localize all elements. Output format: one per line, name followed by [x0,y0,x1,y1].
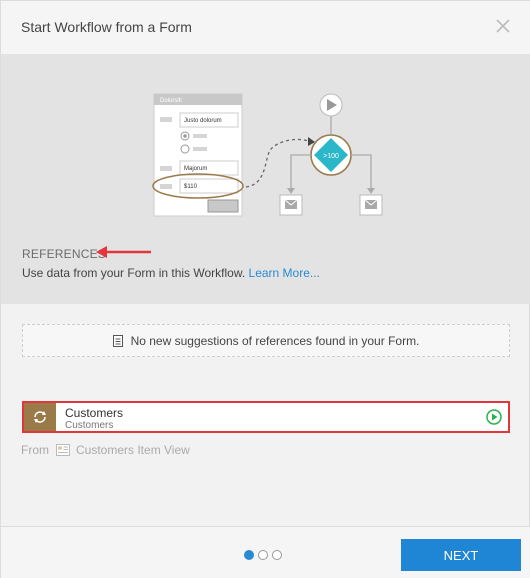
svg-text:>100: >100 [323,153,339,160]
suggestions-message: No new suggestions of references found i… [130,333,420,348]
item-view-icon [56,444,70,456]
reference-source: From Customers Item View [21,443,190,457]
play-icon[interactable] [486,409,502,425]
list-refresh-icon [34,411,46,423]
dialog-footer: NEXT [1,526,530,578]
from-label: From [21,443,49,457]
svg-text:Dolorsiti: Dolorsiti [160,98,182,104]
pager-dot-3[interactable] [272,550,282,560]
reference-item-customers[interactable]: Customers Customers [22,401,510,433]
pager-dot-1[interactable] [244,550,254,560]
close-icon[interactable] [495,15,511,37]
learn-more-link[interactable]: Learn More... [249,266,320,280]
svg-text:Majorum: Majorum [184,166,207,172]
list-badge [24,403,56,431]
references-description: Use data from your Form in this Workflow… [22,266,320,280]
references-hero: Dolorsiti Justo dolorum Majorum $110 >10… [1,54,530,304]
dialog-header: Start Workflow from a Form [1,1,530,54]
reference-subtitle: Customers [65,420,114,431]
start-workflow-dialog: Start Workflow from a Form Dolorsiti Jus… [0,0,530,578]
references-heading: REFERENCES [22,247,107,261]
form-illustration: Dolorsiti Justo dolorum Majorum $110 [152,93,244,217]
description-text: Use data from your Form in this Workflow… [22,266,246,280]
workflow-illustration: Dolorsiti Justo dolorum Majorum $110 >10… [152,93,383,217]
reference-name: Customers [65,406,124,420]
document-icon [112,334,123,347]
pager-dot-2[interactable] [258,550,268,560]
next-button[interactable]: NEXT [401,539,521,571]
svg-text:Justo dolorum: Justo dolorum [184,118,222,124]
svg-text:$110: $110 [184,184,198,190]
from-source: Customers Item View [76,443,190,457]
pager-dots [244,550,286,560]
dialog-title: Start Workflow from a Form [21,19,192,35]
arrow-left-icon [96,246,151,258]
suggestions-box: No new suggestions of references found i… [22,324,510,357]
